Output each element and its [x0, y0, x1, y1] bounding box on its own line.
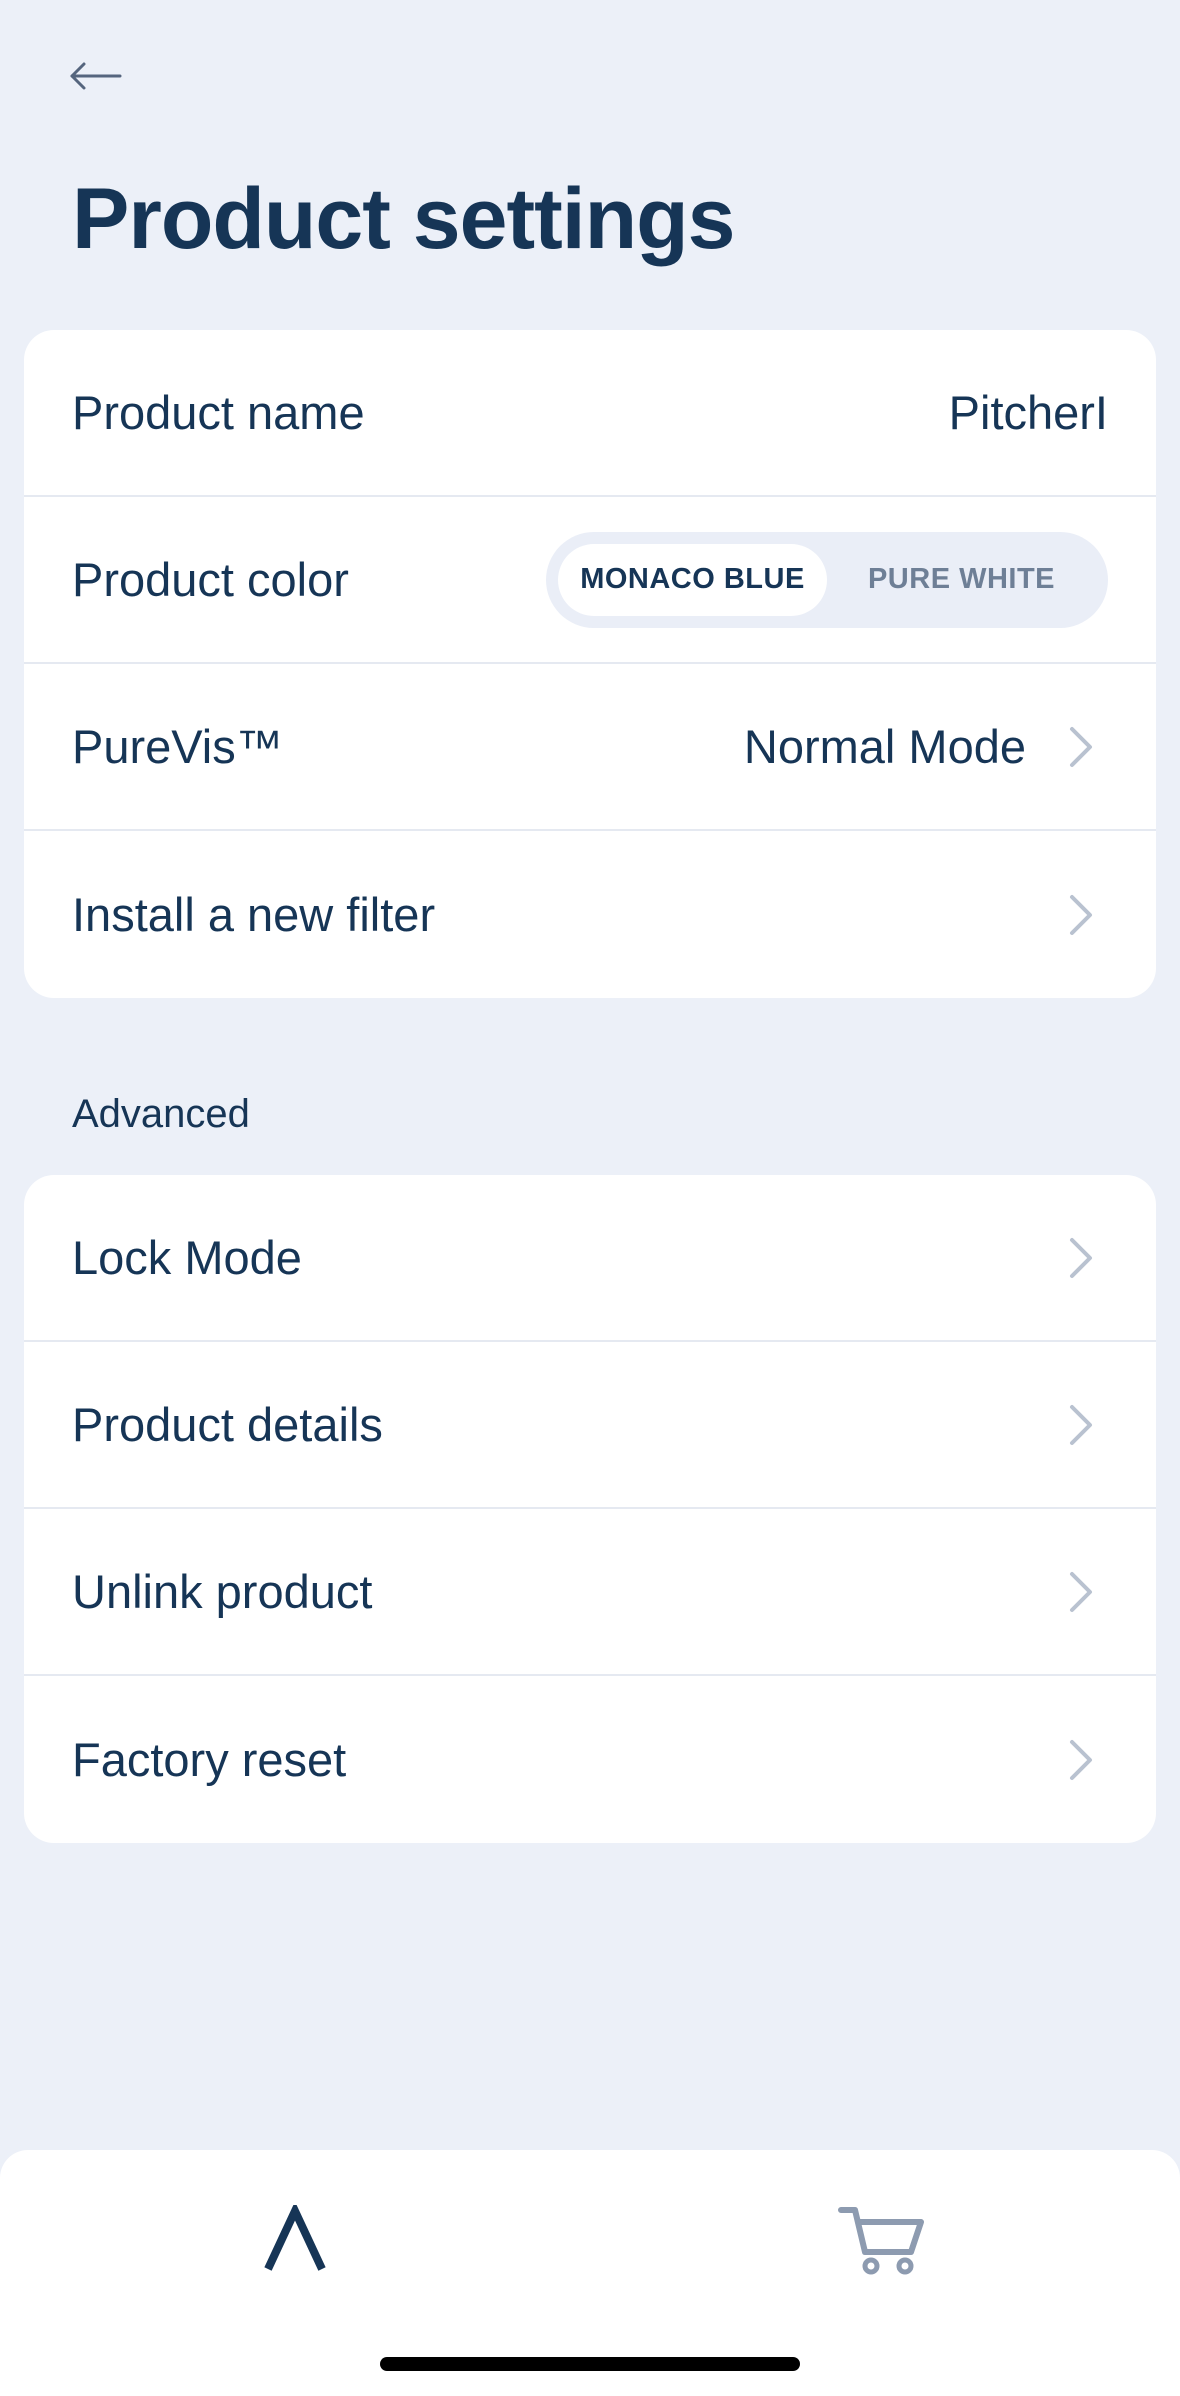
purevis-row[interactable]: PureVis™ Normal Mode — [24, 664, 1156, 831]
chevron-right-icon — [1066, 892, 1096, 938]
purevis-label: PureVis™ — [72, 720, 283, 773]
advanced-settings-card: Lock Mode Product details Unlink product… — [24, 1175, 1156, 1843]
unlink-product-label: Unlink product — [72, 1565, 373, 1618]
product-settings-card: Product name PitcherI Product color MONA… — [24, 330, 1156, 998]
unlink-product-row[interactable]: Unlink product — [24, 1509, 1156, 1676]
product-color-toggle[interactable]: MONACO BLUE PURE WHITE — [546, 531, 1108, 628]
product-name-row[interactable]: Product name PitcherI — [24, 330, 1156, 497]
purevis-value: Normal Mode — [743, 720, 1026, 773]
factory-reset-label: Factory reset — [72, 1733, 347, 1786]
product-details-label: Product details — [72, 1398, 383, 1451]
cart-icon — [837, 2202, 927, 2283]
page-title: Product settings — [72, 171, 736, 267]
install-filter-row[interactable]: Install a new filter — [24, 831, 1156, 998]
product-name-label: Product name — [72, 386, 365, 439]
lock-mode-label: Lock Mode — [72, 1231, 302, 1284]
home-indicator — [380, 2357, 800, 2371]
lambda-home-icon — [260, 2201, 330, 2280]
advanced-section-label: Advanced — [72, 1092, 250, 1136]
color-option-pure-white[interactable]: PURE WHITE — [827, 544, 1096, 616]
install-filter-label: Install a new filter — [72, 888, 436, 941]
nav-shop-tab[interactable] — [827, 2192, 937, 2292]
lock-mode-row[interactable]: Lock Mode — [24, 1175, 1156, 1342]
color-option-monaco-blue[interactable]: MONACO BLUE — [558, 543, 827, 616]
arrow-left-icon — [68, 61, 124, 96]
product-details-row[interactable]: Product details — [24, 1342, 1156, 1509]
factory-reset-row[interactable]: Factory reset — [24, 1676, 1156, 1843]
product-color-row: Product color MONACO BLUE PURE WHITE — [24, 497, 1156, 664]
back-button[interactable] — [58, 48, 134, 108]
nav-home-tab[interactable] — [240, 2192, 350, 2292]
chevron-right-icon — [1066, 724, 1096, 770]
product-color-label: Product color — [72, 553, 349, 606]
chevron-right-icon — [1066, 1737, 1096, 1783]
chevron-right-icon — [1066, 1569, 1096, 1615]
chevron-right-icon — [1066, 1402, 1096, 1448]
chevron-right-icon — [1066, 1235, 1096, 1281]
product-name-value: PitcherI — [948, 386, 1108, 439]
